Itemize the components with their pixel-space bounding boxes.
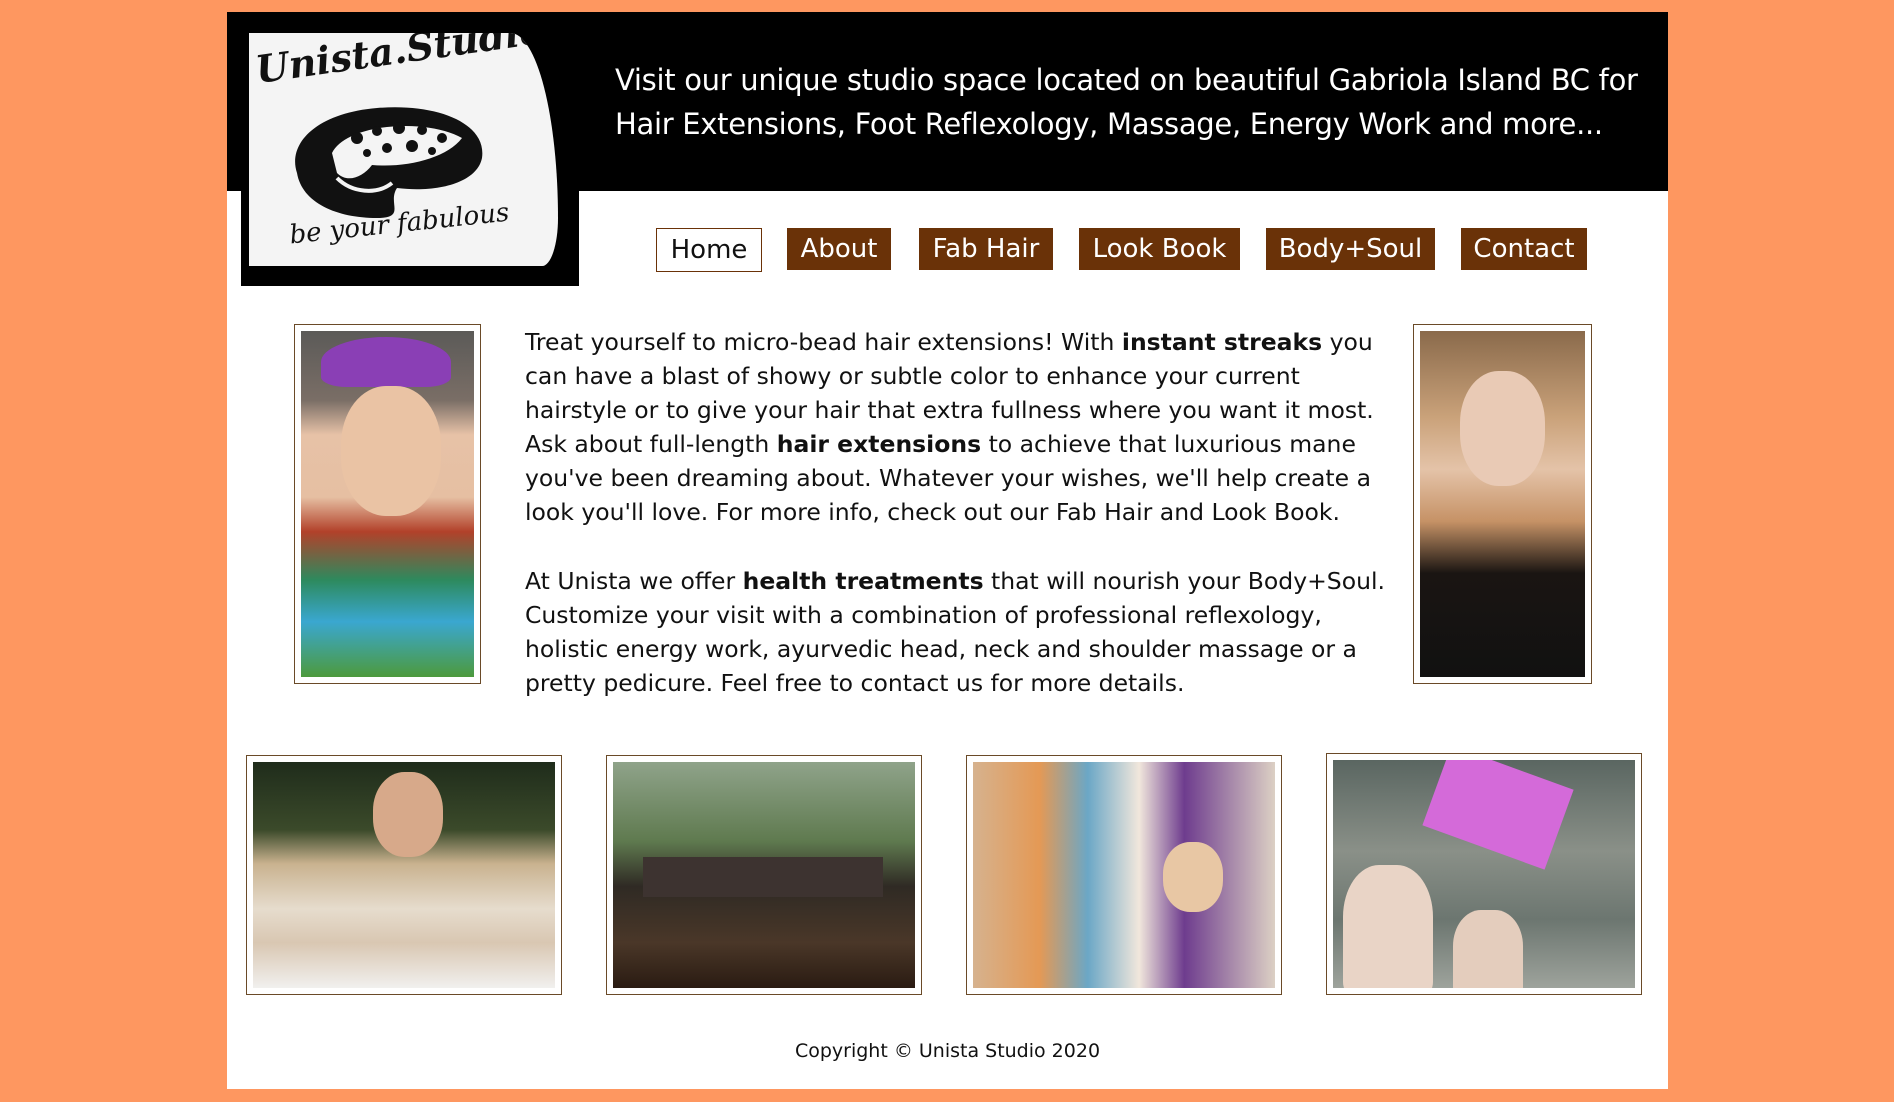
gallery-photo-pedicure	[1326, 753, 1642, 995]
nav-contact[interactable]: Contact	[1461, 228, 1587, 270]
nav-home[interactable]: Home	[656, 228, 762, 272]
text-run: At Unista we offer	[525, 567, 743, 595]
logo[interactable]: Unista.Studio be your fabulous	[241, 33, 579, 286]
text-run: Treat yourself to micro-bead hair extens…	[525, 328, 1122, 356]
paragraph-health: At Unista we offer health treatments tha…	[525, 564, 1385, 700]
bold-text: instant streaks	[1121, 328, 1323, 356]
paragraph-hair: Treat yourself to micro-bead hair extens…	[525, 325, 1385, 529]
intro-copy: Treat yourself to micro-bead hair extens…	[525, 325, 1385, 735]
nav-about[interactable]: About	[787, 228, 891, 270]
footer-copyright: Copyright © Unista Studio 2020	[794, 1040, 1101, 1062]
bold-text: health treatments	[742, 567, 984, 595]
logo-card: Unista.Studio be your fabulous	[249, 33, 558, 266]
portrait-photo-left	[294, 324, 481, 684]
header-tagline: Visit our unique studio space located on…	[615, 63, 1638, 141]
gallery-photo-massage	[966, 755, 1282, 995]
nav-fab-hair[interactable]: Fab Hair	[919, 228, 1053, 270]
nav-body-soul[interactable]: Body+Soul	[1266, 228, 1435, 270]
nav-look-book[interactable]: Look Book	[1079, 228, 1240, 270]
bold-text: hair extensions	[776, 430, 982, 458]
gallery-photo-studio-room	[606, 755, 922, 995]
page-container: Visit our unique studio space located on…	[227, 12, 1668, 1089]
gallery-photo-reflexology	[246, 755, 562, 995]
portrait-photo-right	[1413, 324, 1592, 684]
